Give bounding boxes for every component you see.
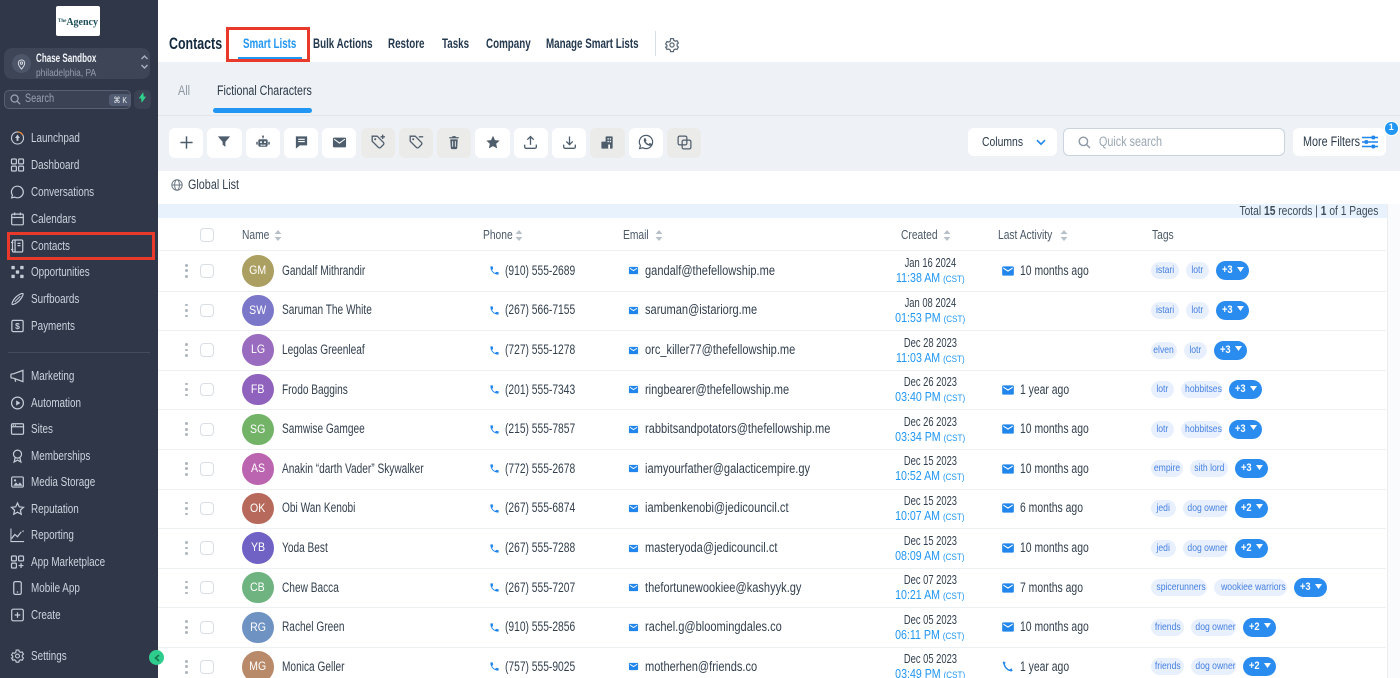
svg-text:$: $ bbox=[15, 321, 20, 331]
